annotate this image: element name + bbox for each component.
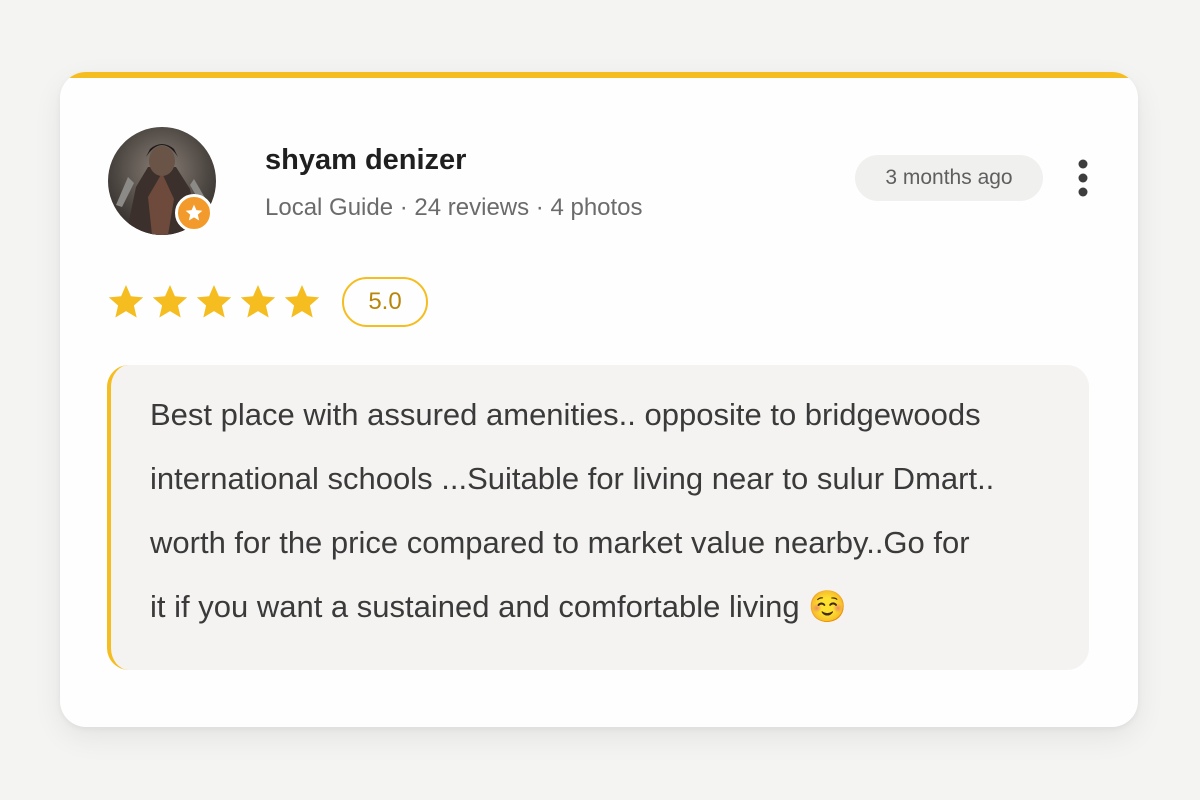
review-body: Best place with assured amenities.. oppo…: [107, 365, 1089, 670]
review-text: Best place with assured amenities.. oppo…: [150, 397, 995, 624]
star-icon: [108, 285, 144, 318]
star-icon: [196, 285, 232, 318]
rating-value-badge: 5.0: [342, 277, 428, 327]
star-rating: [106, 282, 322, 322]
more-options-button[interactable]: [1066, 156, 1100, 200]
star-icon: [284, 285, 320, 318]
star-icon: [240, 285, 276, 318]
star-icon: [152, 285, 188, 318]
local-guide-badge: [175, 194, 213, 232]
review-card: shyam denizer Local Guide · 24 reviews ·…: [60, 72, 1138, 727]
author-meta: Local Guide · 24 reviews · 4 photos: [265, 194, 643, 221]
more-vertical-icon: [1078, 159, 1088, 197]
time-ago-badge[interactable]: 3 months ago: [855, 155, 1043, 201]
avatar[interactable]: [108, 127, 216, 235]
author-name[interactable]: shyam denizer: [265, 144, 466, 177]
star-icon: [185, 204, 203, 221]
